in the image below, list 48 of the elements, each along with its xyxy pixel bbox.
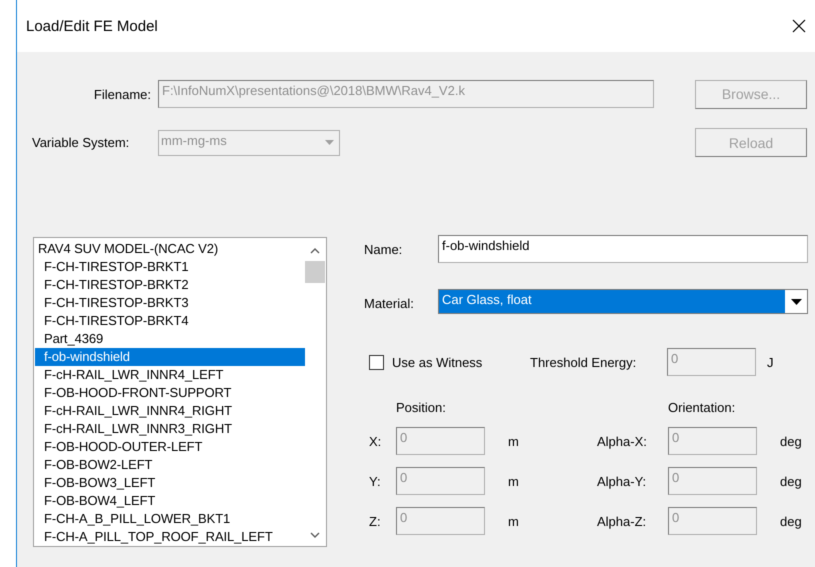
angle-label: Alpha-Y: xyxy=(597,474,648,488)
close-icon[interactable] xyxy=(791,18,807,34)
angle-label: Alpha-Z: xyxy=(597,514,648,528)
list-item[interactable]: F-CH-A_PILL_TOP_ROOF_RAIL_LEFT xyxy=(35,528,305,545)
scroll-down-icon[interactable] xyxy=(310,531,320,539)
angle-label: Alpha-X: xyxy=(597,434,648,448)
unit-label: m xyxy=(508,514,520,528)
unit-label: J xyxy=(767,354,774,370)
filename-label: Filename: xyxy=(92,86,151,102)
list-item[interactable]: F-cH-RAIL_LWR_INNR3_RIGHT xyxy=(35,420,305,438)
list-item[interactable]: RAV4 SUV MODEL-(NCAC V2) xyxy=(35,240,305,258)
list-item[interactable]: F-cH-RAIL_LWR_INNR4_LEFT xyxy=(35,366,305,384)
dropdown-arrow-icon[interactable] xyxy=(790,298,802,304)
list-item[interactable]: F-CH-TIRESTOP-BRKT4 xyxy=(35,312,305,330)
list-item[interactable]: f-ob-windshield xyxy=(35,348,305,366)
unit-label: deg xyxy=(780,434,803,448)
name-label: Name: xyxy=(364,242,404,256)
axis-label: X: xyxy=(369,434,382,448)
list-item[interactable]: F-OB-HOOD-OUTER-LEFT xyxy=(35,438,305,456)
list-item[interactable]: F-cH-RAIL_LWR_INNR4_RIGHT xyxy=(35,402,305,420)
list-item[interactable]: F-OB-HOOD-FRONT-SUPPORT xyxy=(35,384,305,402)
unit-label: deg xyxy=(780,514,803,528)
parts-list[interactable] xyxy=(33,237,327,547)
witness-label: Use as Witness xyxy=(392,354,484,370)
axis-label: Z: xyxy=(369,514,382,528)
witness-checkbox[interactable] xyxy=(369,354,384,370)
list-item[interactable]: F-CH-TIRESTOP-BRKT2 xyxy=(35,276,305,294)
window-title: Load/Edit FE Model xyxy=(26,18,158,34)
variable-system-label: Variable System: xyxy=(32,135,130,150)
threshold-energy-label: Threshold Energy: xyxy=(530,354,638,370)
scrollbar-thumb[interactable] xyxy=(305,261,325,283)
list-item[interactable]: F-CH-TIRESTOP-BRKT1 xyxy=(35,258,305,276)
position-heading: Position: xyxy=(396,400,447,415)
axis-label: Y: xyxy=(369,474,382,488)
list-item[interactable]: Part_4369 xyxy=(35,330,305,348)
list-item[interactable]: F-CH-A_B_PILL_LOWER_BKT1 xyxy=(35,510,305,528)
list-item[interactable]: F-CH-TIRESTOP-BRKT3 xyxy=(35,294,305,312)
list-item[interactable]: F-OB-BOW4_LEFT xyxy=(35,492,305,510)
material-label: Material: xyxy=(364,295,415,311)
unit-label: deg xyxy=(780,474,803,488)
name-field[interactable]: f-ob-windshield xyxy=(438,235,808,263)
scroll-up-icon[interactable] xyxy=(310,247,320,255)
unit-label: m xyxy=(508,434,520,448)
list-item[interactable]: F-OB-BOW3_LEFT xyxy=(35,474,305,492)
unit-label: m xyxy=(508,474,520,488)
orientation-heading: Orientation: xyxy=(668,400,736,415)
list-item[interactable]: F-OB-BOW2-LEFT xyxy=(35,456,305,474)
material-dropdown[interactable]: Car Glass, float xyxy=(438,289,808,314)
